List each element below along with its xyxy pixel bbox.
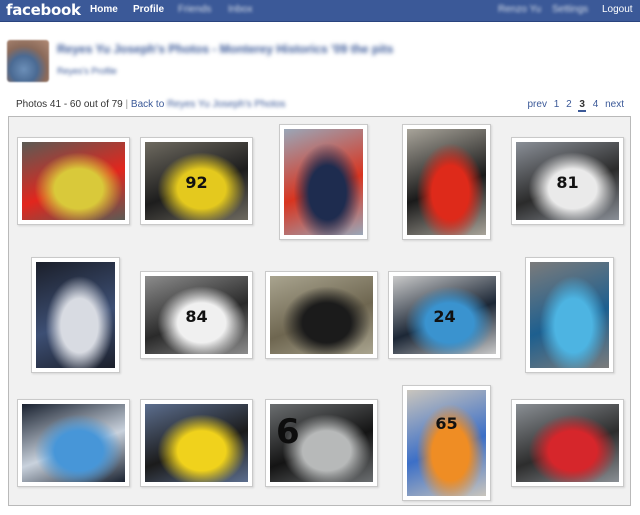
photo-image — [407, 129, 486, 235]
photo-image — [270, 276, 373, 354]
back-to-photos-link[interactable]: Back to Reyes Yu Joseph's Photos — [131, 99, 286, 110]
car-number: 92 — [185, 172, 208, 192]
pagination-prev[interactable]: prev — [527, 99, 546, 110]
pagination-next[interactable]: next — [605, 99, 624, 110]
car-number: 24 — [433, 306, 456, 326]
photo-image — [516, 404, 619, 482]
photo-thumbnail[interactable] — [402, 124, 491, 240]
nav-inbox[interactable]: Inbox — [228, 4, 252, 15]
car-number: 65 — [435, 413, 458, 433]
photo-image — [22, 404, 125, 482]
photo-grid: 92 81 84 24 6 65 — [8, 116, 631, 506]
car-number: 84 — [185, 306, 208, 326]
photo-thumbnail[interactable]: 65 — [402, 385, 491, 501]
photo-thumbnail[interactable]: 92 — [140, 137, 253, 225]
pagination-page-4[interactable]: 4 — [593, 99, 599, 110]
photo-thumbnail[interactable]: 6 — [265, 399, 378, 487]
photo-thumbnail[interactable]: 81 — [511, 137, 624, 225]
photo-count: Photos 41 - 60 out of 79 — [16, 99, 123, 110]
photo-image: 6 — [270, 404, 373, 482]
photo-thumbnail[interactable] — [265, 271, 378, 359]
page-title: Reyes Yu Joseph's Photos - Monterey Hist… — [57, 42, 394, 56]
nav-home[interactable]: Home — [90, 4, 118, 15]
photo-image: 84 — [145, 276, 248, 354]
photo-image — [284, 129, 363, 235]
back-prefix: Back to — [130, 99, 165, 110]
photo-image — [36, 262, 115, 368]
owner-profile-link[interactable]: Reyes's Profile — [57, 66, 117, 76]
top-nav-bar: facebook Home Profile Friends Inbox Renz… — [0, 0, 640, 22]
photo-image: 92 — [145, 142, 248, 220]
pagination-page-1[interactable]: 1 — [554, 99, 560, 110]
photo-thumbnail[interactable]: 84 — [140, 271, 253, 359]
photo-image — [22, 142, 125, 220]
photo-thumbnail[interactable] — [17, 137, 130, 225]
nav-logout[interactable]: Logout — [602, 4, 633, 15]
photo-image — [145, 404, 248, 482]
photo-count-breadcrumb: Photos 41 - 60 out of 79 | Back to Reyes… — [16, 99, 286, 110]
nav-friends[interactable]: Friends — [178, 4, 211, 15]
photo-thumbnail[interactable] — [140, 399, 253, 487]
photo-thumbnail[interactable] — [525, 257, 614, 373]
nav-settings[interactable]: Settings — [552, 4, 588, 15]
photo-image — [530, 262, 609, 368]
photo-thumbnail[interactable] — [279, 124, 368, 240]
photo-thumbnail[interactable]: 24 — [388, 271, 501, 359]
photo-thumbnail[interactable] — [17, 399, 130, 487]
pagination: prev 1 2 3 4 next — [523, 99, 624, 112]
car-number: 81 — [556, 172, 579, 192]
photo-thumbnail[interactable] — [31, 257, 120, 373]
facebook-logo[interactable]: facebook — [6, 1, 81, 19]
photo-image: 65 — [407, 390, 486, 496]
pagination-page-2[interactable]: 2 — [566, 99, 572, 110]
photo-thumbnail[interactable] — [511, 399, 624, 487]
pagination-page-3[interactable]: 3 — [578, 99, 586, 112]
separator: | — [125, 99, 129, 110]
paging-row: Photos 41 - 60 out of 79 | Back to Reyes… — [16, 99, 624, 113]
car-number: 6 — [276, 412, 300, 453]
album-header — [0, 22, 640, 90]
photo-image: 81 — [516, 142, 619, 220]
nav-user-name[interactable]: Renzo Yu — [498, 4, 541, 15]
back-album-name: Reyes Yu Joseph's Photos — [167, 99, 286, 110]
avatar[interactable] — [7, 40, 49, 82]
photo-image: 24 — [393, 276, 496, 354]
nav-profile[interactable]: Profile — [133, 4, 164, 15]
